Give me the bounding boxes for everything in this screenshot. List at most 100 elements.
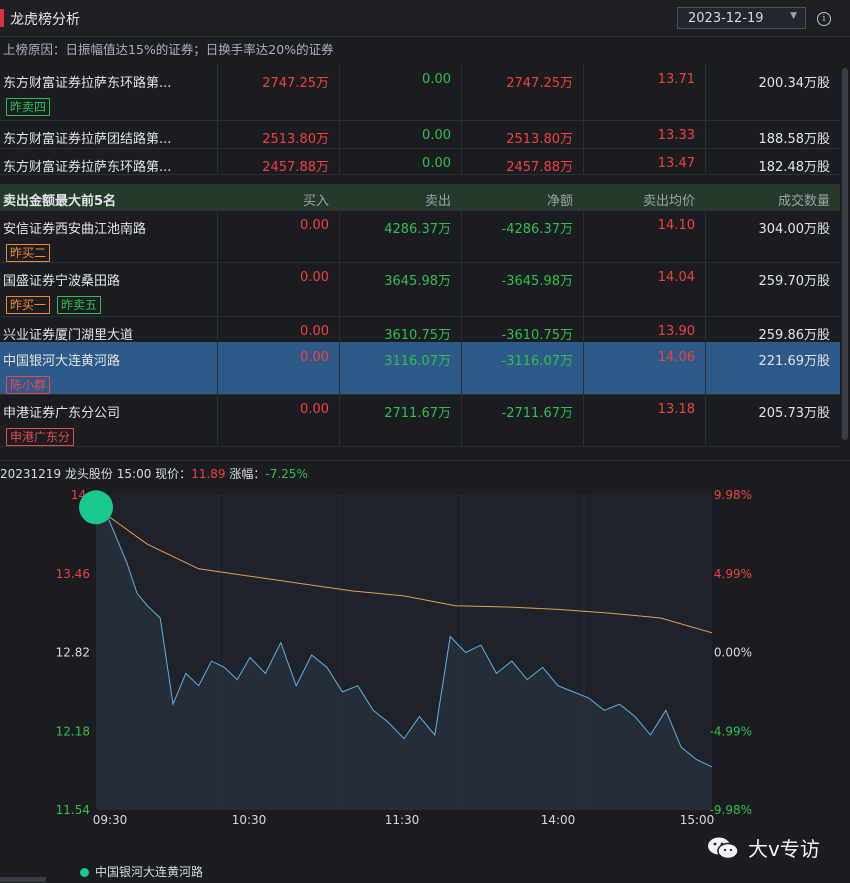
cell-vol: 205.73万股 bbox=[706, 394, 840, 446]
title-bar: 龙虎榜分析 2023-12-19 ▼ i bbox=[0, 0, 850, 37]
broker-name: 安信证券西安曲江池南路 bbox=[3, 222, 147, 237]
value-net: 2747.25万 bbox=[506, 76, 573, 91]
cell-net: -2711.67万 bbox=[462, 394, 584, 446]
broker-name: 国盛证券宁波桑田路 bbox=[3, 274, 121, 289]
table-row[interactable]: 东方财富证券拉萨东环路第... 昨卖四 2747.25万 0.00 2747.25万 13… bbox=[0, 64, 840, 121]
value-avg: 13.90 bbox=[657, 324, 695, 339]
seat-tag: 昨卖五 bbox=[57, 296, 102, 314]
broker-name: 东方财富证券拉萨东环路第... bbox=[3, 76, 172, 91]
cell-vol: 200.34万股 bbox=[706, 64, 840, 120]
header-cell-buy: 买入 bbox=[218, 184, 340, 210]
value-net: -3610.75万 bbox=[501, 328, 573, 343]
table-row[interactable]: 东方财富证券拉萨东环路第... 2457.88万 0.00 2457.88万 13.47… bbox=[0, 148, 840, 175]
chart-svg[interactable]: 14.13.4612.8212.1811.549.98%4.99%0.00%-4… bbox=[0, 461, 850, 883]
header-cell-avg: 卖出均价 bbox=[584, 184, 706, 210]
cell-buy: 0.00 bbox=[218, 210, 340, 262]
value-vol: 259.70万股 bbox=[758, 274, 831, 289]
cell-vol: 304.00万股 bbox=[706, 210, 840, 262]
broker-name: 申港证券广东分公司 bbox=[3, 406, 121, 421]
cell-buy: 0.00 bbox=[218, 316, 340, 342]
value-vol: 205.73万股 bbox=[758, 406, 831, 421]
value-vol: 259.86万股 bbox=[758, 328, 831, 343]
value-sell: 3610.75万 bbox=[384, 328, 451, 343]
cell-sell: 0.00 bbox=[340, 120, 462, 148]
cell-sell: 2711.67万 bbox=[340, 394, 462, 446]
table-row[interactable]: 兴业证券厦门湖里大道 0.00 3610.75万 -3610.75万 13.90 259.… bbox=[0, 316, 840, 343]
value-vol: 304.00万股 bbox=[758, 222, 831, 237]
broker-name: 东方财富证券拉萨东环路第... bbox=[3, 160, 172, 175]
wechat-icon bbox=[708, 837, 739, 860]
bottom-tab[interactable] bbox=[0, 877, 46, 882]
cell-name: 东方财富证券拉萨团结路第... bbox=[0, 120, 218, 148]
cell-name: 兴业证券厦门湖里大道 bbox=[0, 316, 218, 343]
header-cell-net: 净额 bbox=[462, 184, 584, 210]
seat-tag: 陈小群 bbox=[6, 376, 51, 394]
cell-buy: 0.00 bbox=[218, 262, 340, 316]
cell-buy: 2457.88万 bbox=[218, 148, 340, 175]
legend-dot bbox=[80, 868, 89, 877]
y-left-tick-label: 12.18 bbox=[56, 724, 90, 738]
y-left-tick-label: 11.54 bbox=[56, 803, 90, 817]
scrollbar-thumb[interactable] bbox=[842, 68, 848, 440]
chart-legend[interactable]: 中国银河大连黄河路 bbox=[80, 863, 203, 880]
value-net: 2457.88万 bbox=[506, 160, 573, 175]
cell-vol: 259.86万股 bbox=[706, 316, 840, 343]
seat-tag: 昨买二 bbox=[6, 244, 51, 262]
value-buy: 2513.80万 bbox=[262, 132, 329, 147]
table-row[interactable]: 安信证券西安曲江池南路 昨买二 0.00 4286.37万 -4286.37万 14.10… bbox=[0, 210, 840, 263]
cell-avg: 14.10 bbox=[584, 210, 706, 262]
table-row[interactable]: 中国银河大连黄河路 陈小群 0.00 3116.07万 -3116.07万 14.06 22… bbox=[0, 342, 840, 395]
value-net: -3116.07万 bbox=[501, 354, 573, 369]
table-row[interactable]: 东方财富证券拉萨团结路第... 2513.80万 0.00 2513.80万 13.33… bbox=[0, 120, 840, 149]
x-tick-label: 10:30 bbox=[232, 813, 267, 827]
header-cell-vol: 成交数量 bbox=[706, 184, 840, 210]
value-net: -4286.37万 bbox=[501, 222, 573, 237]
value-avg: 13.18 bbox=[657, 402, 695, 417]
column-header-buy: 买入 bbox=[302, 194, 329, 209]
table-row[interactable]: 国盛证券宁波桑田路 昨买一 昨卖五 0.00 3645.98万 -3645.98万 14.0… bbox=[0, 262, 840, 317]
y-right-tick-label: 4.99% bbox=[714, 567, 752, 581]
y-right-tick-label: -4.99% bbox=[710, 724, 752, 738]
column-header-net: 净额 bbox=[546, 194, 573, 209]
cell-avg: 14.04 bbox=[584, 262, 706, 316]
cell-sell: 3116.07万 bbox=[340, 342, 462, 394]
info-icon[interactable]: i bbox=[817, 12, 831, 26]
intraday-chart: 20231219 龙头股份 15:00 现价：11.89 涨幅：-7.25% 1… bbox=[0, 460, 850, 883]
value-buy: 0.00 bbox=[300, 402, 329, 417]
sell-section-header: 卖出金额最大前5名 买入 卖出 净额 卖出均价 成交数量 bbox=[0, 184, 840, 211]
value-buy: 0.00 bbox=[300, 324, 329, 339]
table-row[interactable]: 申港证券广东分公司 申港广东分 0.00 2711.67万 -2711.67万 13.18… bbox=[0, 394, 840, 447]
seat-tag: 昨卖四 bbox=[6, 98, 51, 116]
cell-sell: 3645.98万 bbox=[340, 262, 462, 316]
cell-net: -3645.98万 bbox=[462, 262, 584, 316]
value-sell: 0.00 bbox=[422, 72, 451, 87]
seat-tag: 申港广东分 bbox=[6, 428, 75, 446]
value-net: -2711.67万 bbox=[501, 406, 573, 421]
x-tick-label: 11:30 bbox=[385, 813, 420, 827]
cell-sell: 3610.75万 bbox=[340, 316, 462, 343]
value-net: -3645.98万 bbox=[501, 274, 573, 289]
cell-sell: 0.00 bbox=[340, 64, 462, 120]
cell-net: 2513.80万 bbox=[462, 120, 584, 148]
value-avg: 13.33 bbox=[657, 128, 695, 143]
x-tick-label: 14:00 bbox=[541, 813, 576, 827]
column-header-vol: 成交数量 bbox=[777, 194, 830, 209]
value-avg: 13.47 bbox=[657, 156, 695, 171]
cell-avg: 13.47 bbox=[584, 148, 706, 174]
value-avg: 14.04 bbox=[657, 270, 695, 285]
value-buy: 0.00 bbox=[300, 270, 329, 285]
page-title: 龙虎榜分析 bbox=[10, 12, 80, 28]
value-buy: 0.00 bbox=[300, 218, 329, 233]
value-vol: 200.34万股 bbox=[758, 76, 831, 91]
cell-avg: 13.33 bbox=[584, 120, 706, 148]
cell-name: 安信证券西安曲江池南路 昨买二 bbox=[0, 210, 218, 262]
header-cell-sell: 卖出 bbox=[340, 184, 462, 210]
cell-name: 中国银河大连黄河路 陈小群 bbox=[0, 342, 218, 394]
broker-name: 中国银河大连黄河路 bbox=[3, 354, 121, 369]
value-avg: 13.71 bbox=[657, 72, 695, 87]
cell-sell: 0.00 bbox=[340, 148, 462, 174]
seller-marker bbox=[79, 490, 113, 525]
date-dropdown[interactable]: 2023-12-19 ▼ bbox=[677, 7, 806, 29]
x-tick-label: 09:30 bbox=[93, 813, 128, 827]
broker-name: 兴业证券厦门湖里大道 bbox=[3, 328, 134, 343]
